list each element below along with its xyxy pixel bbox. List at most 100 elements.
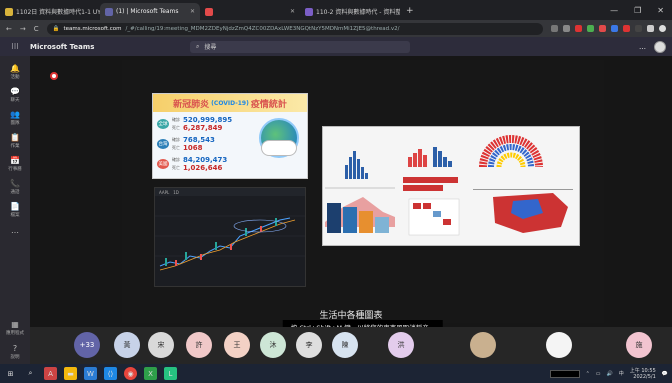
participant-avatar[interactable]: 許 — [186, 332, 212, 358]
star-icon[interactable] — [563, 25, 570, 32]
network-icon[interactable]: ▭ — [596, 371, 601, 377]
region-badge: 全球 — [157, 119, 169, 129]
participant-avatar[interactable]: 王 — [224, 332, 250, 358]
participant-avatar[interactable]: 宋 — [148, 332, 174, 358]
url-host: teams.microsoft.com — [63, 25, 122, 32]
participant-avatar[interactable] — [546, 332, 572, 358]
rail-item-phone[interactable]: 📞 通話 — [10, 179, 20, 195]
phone-icon: 📞 — [10, 179, 20, 188]
line-icon[interactable]: L — [164, 367, 177, 380]
rail-more-button[interactable]: … — [11, 226, 19, 235]
more-options-button[interactable]: … — [639, 43, 646, 51]
rail-item-chat[interactable]: 💬 聊天 — [10, 87, 20, 103]
close-tab-icon[interactable]: ✕ — [190, 8, 195, 15]
share-icon[interactable] — [551, 25, 558, 32]
stock-period: 1D — [173, 189, 179, 195]
participant-avatar[interactable]: 施 — [626, 332, 652, 358]
extension-record-icon[interactable] — [599, 25, 606, 32]
restore-button[interactable]: ❐ — [634, 6, 641, 15]
file-explorer-icon[interactable]: ▬ — [64, 367, 77, 380]
reload-button[interactable]: C — [34, 25, 39, 33]
excel-icon[interactable]: X — [144, 367, 157, 380]
rail-item-bell[interactable]: 🔔 活動 — [10, 64, 20, 80]
participant-avatar[interactable]: 沐 — [260, 332, 286, 358]
chrome-icon[interactable]: ◉ — [124, 367, 137, 380]
assignments-icon: 📋 — [10, 133, 20, 142]
extension-dark-icon[interactable] — [635, 25, 642, 32]
app-launcher-icon[interactable]: ⁝⁝⁝ — [0, 42, 30, 51]
confirmed-count: 768,543 — [183, 136, 215, 144]
files-icon: 📄 — [10, 202, 20, 211]
panel-us-map — [473, 189, 573, 233]
extension-blue-icon[interactable] — [611, 25, 618, 32]
lock-icon: 🔒 — [52, 25, 60, 32]
infographic-graphic — [325, 135, 573, 236]
participant-avatar[interactable] — [470, 332, 496, 358]
infographic-image — [322, 126, 580, 246]
browser-tab[interactable]: 1102日 資料與數據時代1-1 UY15✕ — [0, 3, 100, 20]
clock[interactable]: 上午 10:55 2022/5/1 — [630, 368, 656, 380]
covid-row: 台灣 確診 死亡 768,543 1068 — [157, 136, 215, 152]
tab-title: 1102日 資料與數據時代1-1 UY15 — [16, 9, 100, 16]
forward-button[interactable]: → — [20, 25, 26, 33]
volume-icon[interactable]: 🔊 — [607, 371, 613, 377]
participant-avatar[interactable]: 陳 — [332, 332, 358, 358]
tray-app-icon[interactable] — [549, 369, 580, 378]
participant-avatar[interactable]: 黃 — [114, 332, 140, 358]
start-button[interactable]: ⊞ — [4, 367, 17, 380]
stock-chart-graphic — [155, 215, 305, 271]
url-field[interactable]: 🔒 teams.microsoft.com/_#/calling/19:meet… — [46, 22, 543, 35]
browser-tab[interactable]: ✕ — [200, 3, 300, 20]
vscode-icon[interactable]: ⟨⟩ — [104, 367, 117, 380]
tab-title: 110-2 資料與數據時代 - 資料整 — [316, 9, 400, 16]
search-taskbar-icon[interactable]: ⌕ — [24, 367, 37, 380]
apps-icon: ▦ — [11, 320, 19, 329]
extension-red-icon[interactable] — [575, 25, 582, 32]
rail-item-assignments[interactable]: 📋 作業 — [10, 133, 20, 149]
more-participants-button[interactable]: +33 — [74, 332, 100, 358]
new-tab-button[interactable]: + — [400, 3, 420, 20]
death-count: 6,287,849 — [183, 124, 223, 132]
covid-row: 美國 確診 死亡 84,209,473 1,026,646 — [157, 156, 227, 172]
participant-bar: +33 黃宋許王沐李陳 洪 施 — [30, 327, 672, 364]
close-window-button[interactable]: ✕ — [657, 6, 664, 15]
participant-avatar[interactable]: 洪 — [388, 332, 414, 358]
rail-item-calendar[interactable]: 📅 行事曆 — [8, 156, 22, 172]
word-icon[interactable]: W — [84, 367, 97, 380]
participant-avatar[interactable]: 李 — [296, 332, 322, 358]
rail-item-label: 檔案 — [10, 213, 20, 218]
bell-icon: 🔔 — [10, 64, 20, 73]
extension-pdf-icon[interactable] — [623, 25, 630, 32]
rail-item-teams[interactable]: 👥 團隊 — [10, 110, 20, 126]
stock-chart-image: AAPL 1D — [154, 187, 306, 287]
rail-item-label: 行事曆 — [8, 167, 22, 172]
extension-green-icon[interactable] — [587, 25, 594, 32]
notification-icon[interactable]: 💬 — [662, 371, 668, 377]
puzzle-icon[interactable] — [647, 25, 654, 32]
search-input[interactable]: ⌕ 搜尋 — [190, 40, 410, 53]
meeting-stage: 新冠肺炎 (COVID-19) 疫情統計 全球 確診 死亡 520,999,895 6,28… — [30, 56, 672, 334]
profile-icon[interactable] — [659, 25, 666, 32]
rail-item-label: 活動 — [10, 75, 20, 80]
rail-item-files[interactable]: 📄 檔案 — [10, 202, 20, 218]
user-avatar[interactable] — [654, 40, 666, 53]
header-right: … — [639, 40, 672, 53]
stat-labels: 確診 死亡 — [172, 137, 180, 150]
death-count: 1068 — [183, 144, 203, 152]
close-tab-icon[interactable]: ✕ — [290, 8, 295, 15]
input-language[interactable]: 中 — [619, 370, 624, 377]
rail-item-help[interactable]: ? 說明 — [11, 344, 20, 360]
back-button[interactable]: ← — [6, 25, 12, 33]
rail-item-apps[interactable]: ▦ 應用程式 — [6, 320, 24, 336]
panel-parliament — [479, 135, 543, 168]
app-rail: 🔔 活動 💬 聊天 👥 團隊 📋 作業 📅 行事曆 📞 通話 📄 檔案 … ▦ 應用程式 ? 說明 — [0, 56, 30, 366]
window-controls: — ❐ ✕ — [602, 0, 672, 20]
stock-toolbar: AAPL 1D — [155, 188, 305, 196]
clock-date: 2022/5/1 — [633, 373, 656, 380]
acrobat-icon[interactable]: A — [44, 367, 57, 380]
browser-tab[interactable]: 110-2 資料與數據時代 - 資料整✕ — [300, 3, 400, 20]
minimize-button[interactable]: — — [610, 6, 618, 15]
browser-tab[interactable]: (1) | Microsoft Teams ✕ — [100, 3, 200, 20]
chevron-up-icon[interactable]: ⌃ — [586, 371, 590, 377]
teams-header: ⁝⁝⁝ Microsoft Teams ⌕ 搜尋 … — [0, 37, 672, 56]
